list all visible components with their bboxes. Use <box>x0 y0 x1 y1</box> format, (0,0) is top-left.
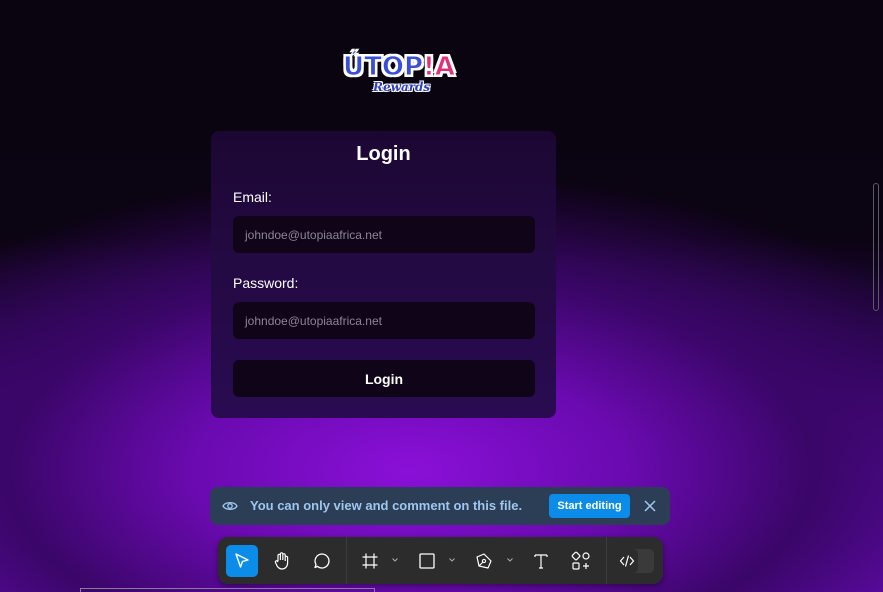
shape-tool-button[interactable] <box>411 545 443 577</box>
vertical-scrollbar[interactable] <box>873 183 879 311</box>
hand-tool-button[interactable] <box>266 545 298 577</box>
text-icon <box>534 554 548 569</box>
chevron-down-icon[interactable] <box>391 556 399 564</box>
offscreen-element-edge <box>80 588 375 592</box>
email-input[interactable]: johndoe@utopiaafrica.net <box>233 216 535 253</box>
password-input[interactable]: johndoe@utopiaafrica.net <box>233 302 535 339</box>
toolbar-separator <box>346 537 347 584</box>
bottom-toolbar <box>218 537 663 584</box>
frame-icon <box>362 553 378 569</box>
code-icon <box>619 555 635 567</box>
chevron-down-icon[interactable] <box>448 556 456 564</box>
hand-icon <box>274 552 289 570</box>
dev-mode-toggle[interactable] <box>616 549 654 573</box>
move-tool-button[interactable] <box>226 545 258 577</box>
comment-icon <box>314 553 330 569</box>
logo-subtitle: Rewards <box>373 80 431 94</box>
login-title: Login <box>356 143 411 165</box>
utopia-rewards-logo: ÚTOP!A Rewards <box>342 50 455 104</box>
email-placeholder: johndoe@utopiaafrica.net <box>245 227 382 242</box>
password-placeholder: johndoe@utopiaafrica.net <box>245 313 382 328</box>
pen-icon <box>476 553 492 569</box>
toolbar-separator <box>606 537 607 584</box>
password-label: Password: <box>233 275 299 291</box>
email-label: Email: <box>233 189 272 205</box>
comment-tool-button[interactable] <box>306 545 338 577</box>
cursor-icon <box>235 553 249 568</box>
pen-tool-button[interactable] <box>468 545 500 577</box>
banner-message: You can only view and comment on this fi… <box>250 498 523 513</box>
eye-icon <box>222 501 238 511</box>
login-button[interactable]: Login <box>233 360 535 397</box>
close-icon[interactable] <box>643 499 657 513</box>
resources-tool-button[interactable] <box>565 545 597 577</box>
start-editing-button[interactable]: Start editing <box>549 494 630 518</box>
logo-wordmark: ÚTOP!A <box>342 52 455 83</box>
chevron-down-icon[interactable] <box>506 556 514 564</box>
frame-tool-button[interactable] <box>354 545 386 577</box>
view-only-banner: You can only view and comment on this fi… <box>210 487 670 525</box>
rectangle-icon <box>419 553 435 569</box>
resources-icon <box>571 551 590 570</box>
dev-mode-knob <box>616 549 638 573</box>
text-tool-button[interactable] <box>525 545 557 577</box>
